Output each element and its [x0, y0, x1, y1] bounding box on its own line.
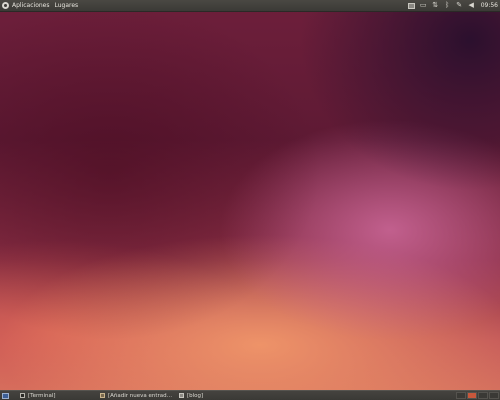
menu-applications[interactable]: Aplicaciones: [12, 0, 49, 11]
keyboard-layout-icon[interactable]: [407, 2, 415, 9]
taskbar-item-editor[interactable]: [Añadir nueva entrad…: [100, 391, 172, 400]
taskbar-item-label: [Terminal]: [28, 392, 56, 399]
desktop-wallpaper: [0, 0, 500, 400]
workspace-4[interactable]: [489, 392, 499, 399]
volume-icon[interactable]: ◀: [468, 2, 475, 9]
bottom-panel: [Terminal] [Añadir nueva entrad… [blog]: [0, 390, 500, 400]
system-tray: ▭ ⇅ ᛒ ✎ ◀ 09:56: [403, 0, 498, 11]
taskbar-item-label: [blog]: [187, 392, 204, 399]
show-desktop-button[interactable]: [2, 392, 9, 399]
network-icon[interactable]: ⇅: [432, 2, 439, 9]
desktop: Aplicaciones Lugares ▭ ⇅ ᛒ ✎ ◀ 09:56 [Te…: [0, 0, 500, 400]
ubuntu-logo-icon[interactable]: [2, 2, 9, 9]
folder-icon: [179, 393, 184, 398]
terminal-icon: [20, 393, 25, 398]
taskbar-item-blog[interactable]: [blog]: [179, 391, 203, 400]
editor-icon: [100, 393, 105, 398]
display-icon[interactable]: ▭: [420, 2, 427, 9]
menu-places[interactable]: Lugares: [54, 0, 78, 11]
top-panel: Aplicaciones Lugares ▭ ⇅ ᛒ ✎ ◀ 09:56: [0, 0, 500, 12]
workspace-1[interactable]: [456, 392, 466, 399]
workspace-3[interactable]: [478, 392, 488, 399]
pen-icon[interactable]: ✎: [456, 2, 463, 9]
taskbar-item-terminal[interactable]: [Terminal]: [20, 391, 56, 400]
clock[interactable]: 09:56: [481, 2, 498, 9]
bluetooth-icon[interactable]: ᛒ: [444, 2, 451, 9]
taskbar-item-label: [Añadir nueva entrad…: [108, 392, 173, 399]
workspace-2[interactable]: [467, 392, 477, 399]
